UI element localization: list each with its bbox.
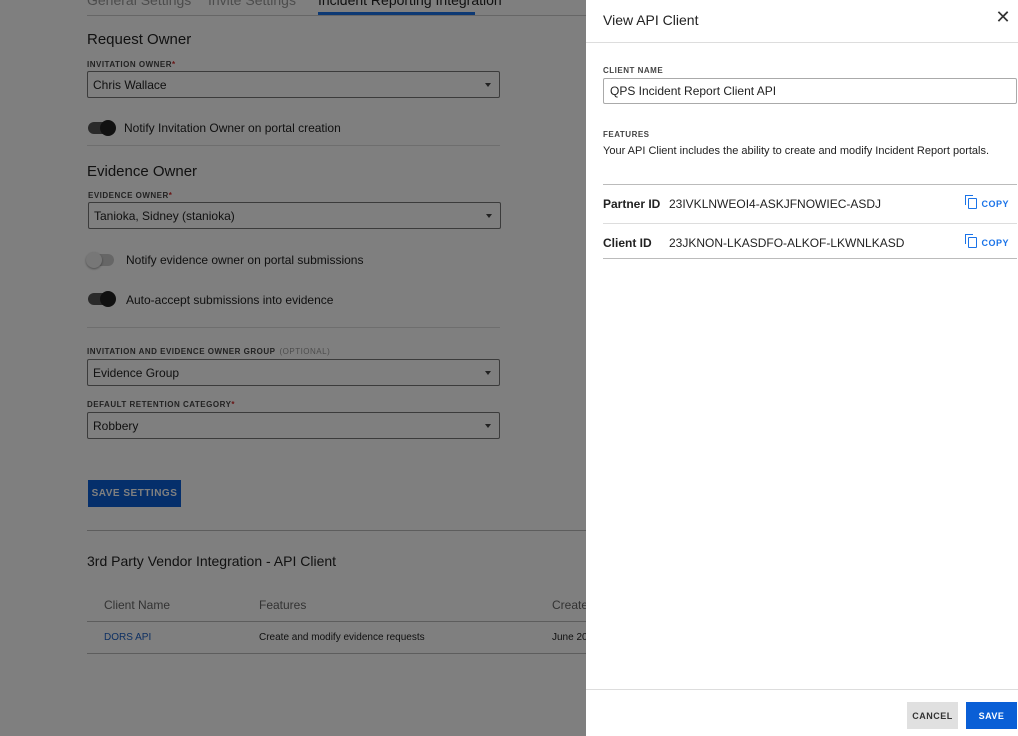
client-name-label: CLIENT NAME (603, 66, 664, 75)
divider (603, 258, 1017, 259)
copy-label: COPY (981, 237, 1009, 248)
partner-id-label: Partner ID (603, 197, 661, 211)
copy-label: COPY (981, 198, 1009, 209)
features-text: Your API Client includes the ability to … (603, 145, 990, 157)
divider (586, 42, 1018, 43)
view-api-client-drawer: View API Client ✕ CLIENT NAME FEATURES Y… (586, 0, 1018, 736)
close-icon[interactable]: ✕ (994, 8, 1012, 26)
features-label: FEATURES (603, 130, 650, 139)
copy-icon (965, 195, 978, 209)
footer-divider (586, 689, 1018, 690)
copy-client-id-button[interactable]: COPY (965, 234, 1009, 248)
partner-id-value: 23IVKLNWEOI4-ASKJFNOWIEC-ASDJ (669, 197, 882, 211)
divider (603, 223, 1017, 224)
client-id-label: Client ID (603, 236, 652, 250)
save-button[interactable]: SAVE (966, 702, 1017, 729)
client-id-value: 23JKNON-LKASDFO-ALKOF-LKWNLKASD (669, 236, 905, 250)
copy-partner-id-button[interactable]: COPY (965, 195, 1009, 209)
client-name-input[interactable] (603, 78, 1017, 104)
copy-icon (965, 234, 978, 248)
cancel-button[interactable]: CANCEL (907, 702, 958, 729)
drawer-title: View API Client (603, 12, 699, 28)
divider (603, 184, 1017, 185)
